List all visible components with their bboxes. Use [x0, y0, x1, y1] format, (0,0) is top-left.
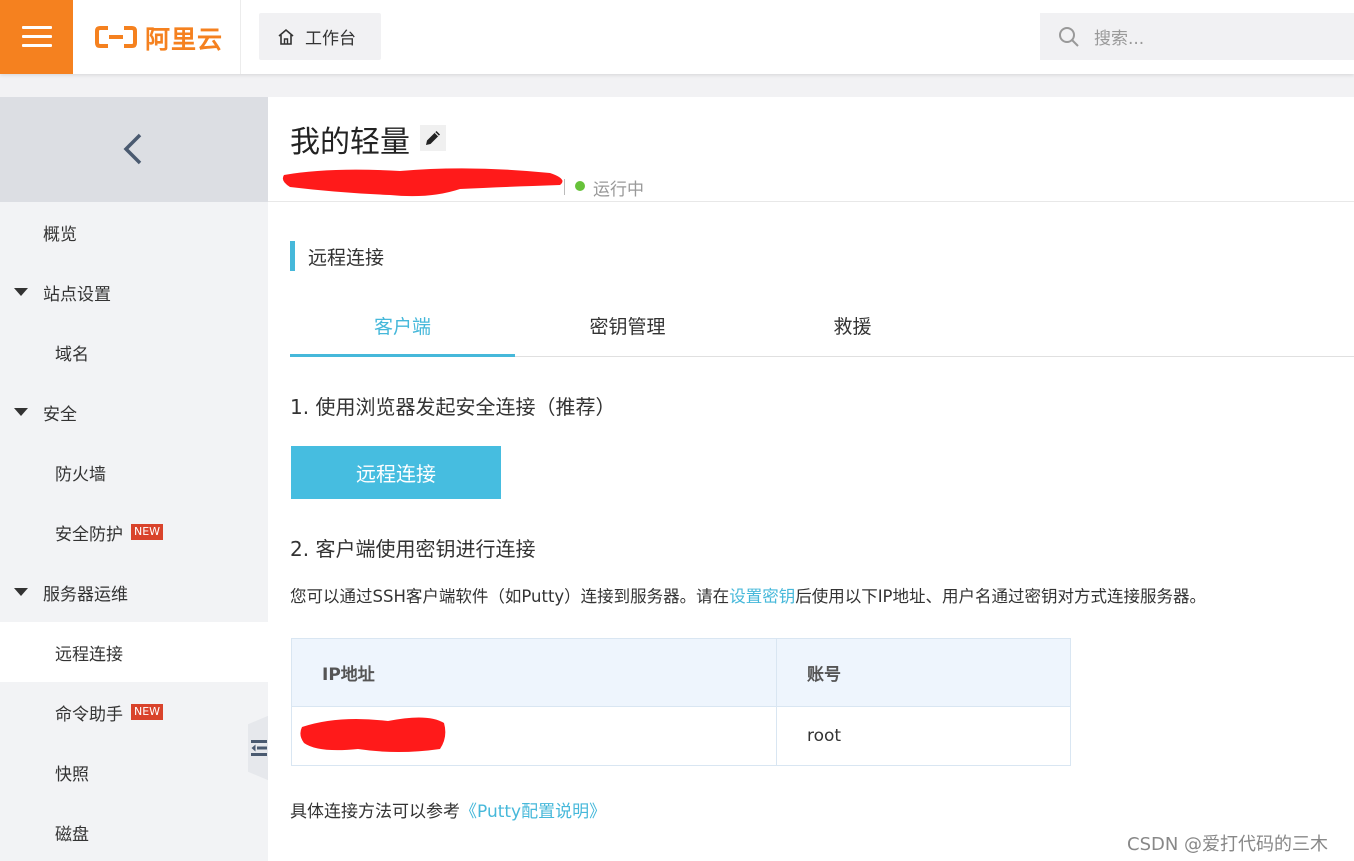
sidebar-item-security-protection[interactable]: 安全防护 NEW: [0, 502, 268, 562]
new-badge: NEW: [131, 704, 164, 720]
sidebar-item-label: 安全防护: [55, 524, 123, 545]
logo-text: 阿里云: [145, 25, 224, 54]
table-header-account: 账号: [776, 638, 1071, 707]
workbench-button[interactable]: 工作台: [259, 13, 381, 60]
ssh-description: 您可以通过SSH客户端软件（如Putty）连接到服务器。请在设置密钥后使用以下I…: [290, 583, 1206, 607]
collapse-menu-icon: [251, 740, 267, 756]
sidebar-item-label: 命令助手: [55, 704, 123, 725]
edit-title-button[interactable]: [420, 125, 446, 151]
sidebar-item-overview[interactable]: 概览: [0, 202, 268, 262]
search-placeholder: 搜索...: [1094, 29, 1145, 49]
putty-guide-link[interactable]: 《Putty配置说明》: [460, 802, 606, 822]
sidebar-item-disk[interactable]: 磁盘: [0, 802, 268, 861]
sidebar-item-label: 域名: [55, 344, 89, 365]
top-bar: 阿里云 工作台 搜索...: [0, 0, 1354, 74]
tab-key-management[interactable]: 密钥管理: [515, 309, 740, 357]
putty-reference: 具体连接方法可以参考《Putty配置说明》: [290, 797, 606, 822]
sidebar-item-label: 安全: [43, 404, 77, 425]
sidebar-collapse-toggle[interactable]: [248, 715, 270, 781]
menu-line-icon: [22, 35, 52, 38]
hamburger-menu-button[interactable]: [0, 0, 73, 74]
ref-prefix: 具体连接方法可以参考: [290, 802, 460, 822]
back-button[interactable]: [0, 97, 268, 202]
page-title: 我的轻量: [290, 125, 410, 160]
workbench-label: 工作台: [305, 29, 356, 49]
sidebar-group-server-ops[interactable]: 服务器运维: [0, 562, 268, 622]
sidebar: 概览 站点设置 域名 安全 防火墙 安全防护 NEW 服务器运维 远程连接 命令…: [0, 97, 268, 861]
aliyun-logo[interactable]: 阿里云: [73, 0, 241, 74]
sidebar-item-label: 站点设置: [43, 284, 111, 305]
search-input[interactable]: 搜索...: [1040, 13, 1354, 60]
search-icon: [1059, 26, 1079, 47]
connection-tabs: 客户端 密钥管理 救援: [290, 309, 1354, 357]
section-accent-bar: [290, 241, 295, 271]
menu-line-icon: [22, 44, 52, 47]
sidebar-item-label: 远程连接: [55, 644, 123, 665]
table-row: root: [291, 705, 1071, 767]
sidebar-item-domain[interactable]: 域名: [0, 322, 268, 382]
set-key-link[interactable]: 设置密钥: [729, 587, 795, 606]
new-badge: NEW: [131, 524, 164, 540]
home-icon: [278, 28, 294, 45]
section-header: 远程连接: [290, 241, 384, 271]
desc-suffix: 后使用以下IP地址、用户名通过密钥对方式连接服务器。: [795, 587, 1207, 606]
sidebar-item-firewall[interactable]: 防火墙: [0, 442, 268, 502]
csdn-watermark: CSDN @爱打代码的三木: [1127, 834, 1329, 855]
remote-connect-button[interactable]: 远程连接: [291, 446, 501, 499]
desc-prefix: 您可以通过SSH客户端软件（如Putty）连接到服务器。请在: [290, 587, 730, 606]
step2-heading: 2. 客户端使用密钥进行连接: [290, 537, 536, 561]
caret-down-icon: [14, 408, 28, 416]
ip-address-cell: [291, 705, 777, 767]
step1-heading: 1. 使用浏览器发起安全连接（推荐）: [290, 395, 616, 419]
divider: [564, 179, 565, 195]
sidebar-group-site-settings[interactable]: 站点设置: [0, 262, 268, 322]
sidebar-item-label: 防火墙: [55, 464, 106, 485]
caret-down-icon: [14, 588, 28, 596]
redacted-ip-address: [300, 716, 446, 752]
connection-info-table: IP地址 账号 root: [291, 638, 1071, 767]
sidebar-item-command-assistant[interactable]: 命令助手 NEW: [0, 682, 268, 742]
sidebar-item-label: 磁盘: [55, 824, 89, 845]
running-status-dot: [575, 181, 585, 191]
section-title: 远程连接: [308, 246, 385, 269]
chevron-left-icon: [123, 133, 142, 165]
main-content: 我的轻量 运行中 远程连接 客户端 密钥管理 救援 1. 使用浏览器发起安全连接…: [268, 97, 1354, 861]
pencil-icon: [426, 131, 440, 145]
table-header-ip: IP地址: [291, 638, 777, 707]
status-text: 运行中: [593, 180, 644, 200]
aliyun-logo-icon: [95, 26, 137, 48]
sidebar-item-label: 快照: [55, 764, 89, 785]
sidebar-item-snapshot[interactable]: 快照: [0, 742, 268, 802]
tab-client[interactable]: 客户端: [290, 309, 515, 357]
menu-line-icon: [22, 26, 52, 29]
sidebar-item-label: 服务器运维: [43, 584, 128, 605]
caret-down-icon: [14, 288, 28, 296]
table-header-row: IP地址 账号: [291, 638, 1071, 707]
redacted-instance-id: [282, 168, 563, 197]
account-cell: root: [776, 705, 1071, 767]
sidebar-group-security[interactable]: 安全: [0, 382, 268, 442]
sidebar-item-label: 概览: [43, 224, 77, 245]
instance-header: 我的轻量 运行中: [268, 97, 1354, 202]
sidebar-item-remote-connection[interactable]: 远程连接: [0, 622, 268, 682]
tab-rescue[interactable]: 救援: [740, 309, 965, 357]
